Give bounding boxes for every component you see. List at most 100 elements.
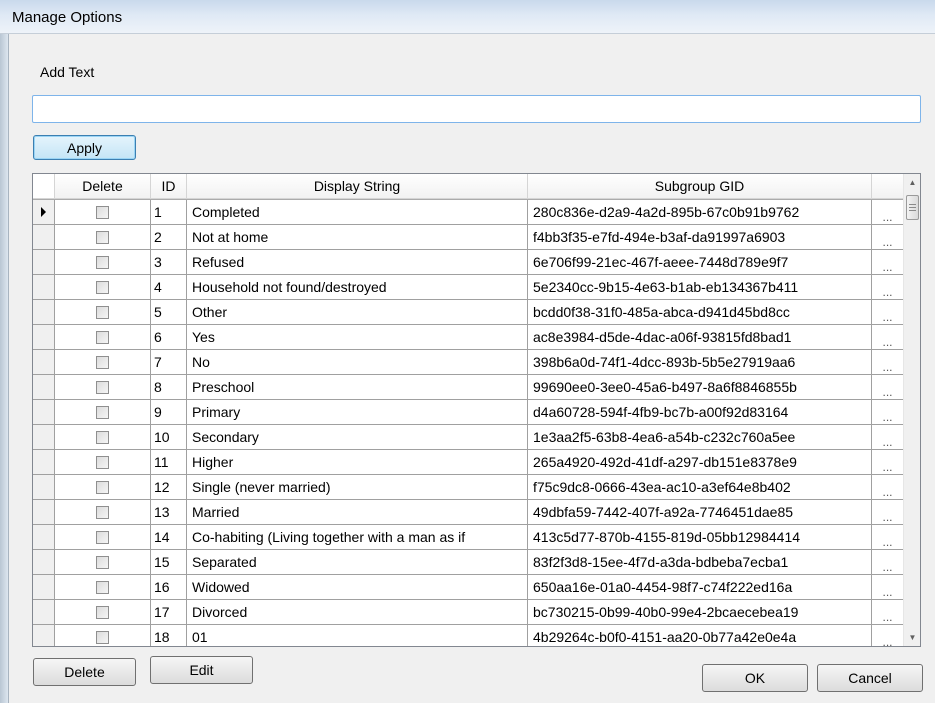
column-header-display-string[interactable]: Display String [187,174,528,199]
subgroup-gid-cell[interactable]: 280c836e-d2a9-4a2d-895b-67c0b91b9762 [528,200,872,225]
delete-checkbox[interactable] [96,355,109,369]
id-cell[interactable]: 13 [151,500,187,525]
subgroup-gid-cell[interactable]: bc730215-0b99-40b0-99e4-2bcaecebea19 [528,600,872,625]
delete-checkbox[interactable] [96,455,109,469]
table-row[interactable]: 16 Widowed 650aa16e-01a0-4454-98f7-c74f222… [33,575,904,600]
delete-button[interactable]: Delete [33,658,136,686]
row-selector[interactable] [33,200,55,225]
delete-checkbox[interactable] [96,230,109,244]
id-cell[interactable]: 8 [151,375,187,400]
id-cell[interactable]: 6 [151,325,187,350]
subgroup-gid-cell[interactable]: 398b6a0d-74f1-4dcc-893b-5b5e27919aa6 [528,350,872,375]
row-selector[interactable] [33,325,55,350]
subgroup-gid-cell[interactable]: 265a4920-492d-41df-a297-db151e8378e9 [528,450,872,475]
row-selector[interactable] [33,425,55,450]
table-row[interactable]: 10 Secondary 1e3aa2f5-63b8-4ea6-a54b-c232c… [33,425,904,450]
add-text-input[interactable] [32,95,921,123]
delete-checkbox[interactable] [96,380,109,394]
row-selector[interactable] [33,475,55,500]
id-cell[interactable]: 1 [151,200,187,225]
id-cell[interactable]: 18 [151,625,187,646]
display-string-cell[interactable]: Co-habiting (Living together with a man … [187,525,528,550]
delete-checkbox[interactable] [96,330,109,344]
ellipsis-button[interactable]: ... [872,275,904,300]
table-row[interactable]: 2 Not at home f4bb3f35-e7fd-494e-b3af-da91… [33,225,904,250]
subgroup-gid-cell[interactable]: ac8e3984-d5de-4dac-a06f-93815fd8bad1 [528,325,872,350]
id-cell[interactable]: 7 [151,350,187,375]
title-bar[interactable]: Manage Options [0,0,935,34]
column-header-subgroup-gid[interactable]: Subgroup GID [528,174,872,199]
id-cell[interactable]: 9 [151,400,187,425]
table-row[interactable]: 8 Preschool 99690ee0-3ee0-45a6-b497-8a6f88… [33,375,904,400]
id-cell[interactable]: 4 [151,275,187,300]
display-string-cell[interactable]: No [187,350,528,375]
subgroup-gid-cell[interactable]: 1e3aa2f5-63b8-4ea6-a54b-c232c760a5ee [528,425,872,450]
table-row[interactable]: 7 No 398b6a0d-74f1-4dcc-893b-5b5e27919aa6.… [33,350,904,375]
subgroup-gid-cell[interactable]: 4b29264c-b0f0-4151-aa20-0b77a42e0e4a [528,625,872,646]
delete-checkbox[interactable] [96,205,109,219]
id-cell[interactable]: 15 [151,550,187,575]
table-row[interactable]: 3 Refused 6e706f99-21ec-467f-aeee-7448d789… [33,250,904,275]
delete-checkbox[interactable] [96,280,109,294]
ellipsis-button[interactable]: ... [872,475,904,500]
display-string-cell[interactable]: Refused [187,250,528,275]
table-row[interactable]: 17 Divorced bc730215-0b99-40b0-99e4-2bcaec… [33,600,904,625]
delete-checkbox[interactable] [96,255,109,269]
display-string-cell[interactable]: Divorced [187,600,528,625]
apply-button[interactable]: Apply [33,135,136,160]
subgroup-gid-cell[interactable]: 49dbfa59-7442-407f-a92a-7746451dae85 [528,500,872,525]
table-row[interactable]: 14 Co-habiting (Living together with a ma… [33,525,904,550]
delete-checkbox[interactable] [96,630,109,644]
ellipsis-button[interactable]: ... [872,525,904,550]
table-row[interactable]: 9 Primary d4a60728-594f-4fb9-bc7b-a00f92d8… [33,400,904,425]
ellipsis-button[interactable]: ... [872,350,904,375]
id-cell[interactable]: 3 [151,250,187,275]
delete-checkbox[interactable] [96,405,109,419]
row-selector[interactable] [33,575,55,600]
delete-checkbox[interactable] [96,605,109,619]
row-selector[interactable] [33,450,55,475]
row-selector[interactable] [33,600,55,625]
table-row[interactable]: 12 Single (never married) f75c9dc8-0666-43… [33,475,904,500]
table-row[interactable]: 15 Separated 83f2f3d8-15ee-4f7d-a3da-bdbeb… [33,550,904,575]
delete-checkbox[interactable] [96,530,109,544]
row-selector[interactable] [33,500,55,525]
table-row[interactable]: 6 Yes ac8e3984-d5de-4dac-a06f-93815fd8bad1… [33,325,904,350]
row-selector[interactable] [33,525,55,550]
ellipsis-button[interactable]: ... [872,250,904,275]
table-row[interactable]: 11 Higher 265a4920-492d-41df-a297-db151e83… [33,450,904,475]
id-cell[interactable]: 11 [151,450,187,475]
subgroup-gid-cell[interactable]: f75c9dc8-0666-43ea-ac10-a3ef64e8b402 [528,475,872,500]
ellipsis-button[interactable]: ... [872,425,904,450]
delete-checkbox[interactable] [96,505,109,519]
display-string-cell[interactable]: Not at home [187,225,528,250]
subgroup-gid-cell[interactable]: f4bb3f35-e7fd-494e-b3af-da91997a6903 [528,225,872,250]
display-string-cell[interactable]: Single (never married) [187,475,528,500]
display-string-cell[interactable]: Higher [187,450,528,475]
display-string-cell[interactable]: Other [187,300,528,325]
row-selector[interactable] [33,400,55,425]
display-string-cell[interactable]: Household not found/destroyed [187,275,528,300]
table-row[interactable]: 5 Other bcdd0f38-31f0-485a-abca-d941d45bd8… [33,300,904,325]
column-header-id[interactable]: ID [151,174,187,199]
row-selector[interactable] [33,350,55,375]
delete-checkbox[interactable] [96,480,109,494]
display-string-cell[interactable]: Widowed [187,575,528,600]
ellipsis-button[interactable]: ... [872,375,904,400]
subgroup-gid-cell[interactable]: 83f2f3d8-15ee-4f7d-a3da-bdbeba7ecba1 [528,550,872,575]
id-cell[interactable]: 16 [151,575,187,600]
display-string-cell[interactable]: Preschool [187,375,528,400]
ellipsis-button[interactable]: ... [872,600,904,625]
display-string-cell[interactable]: Married [187,500,528,525]
display-string-cell[interactable]: Yes [187,325,528,350]
display-string-cell[interactable]: Secondary [187,425,528,450]
subgroup-gid-cell[interactable]: bcdd0f38-31f0-485a-abca-d941d45bd8cc [528,300,872,325]
row-selector[interactable] [33,375,55,400]
cancel-button[interactable]: Cancel [817,664,923,692]
ellipsis-button[interactable]: ... [872,500,904,525]
ellipsis-button[interactable]: ... [872,625,904,646]
id-cell[interactable]: 5 [151,300,187,325]
table-row[interactable]: 4 Household not found/destroyed 5e2340cc-9… [33,275,904,300]
ellipsis-button[interactable]: ... [872,450,904,475]
column-header-delete[interactable]: Delete [55,174,151,199]
